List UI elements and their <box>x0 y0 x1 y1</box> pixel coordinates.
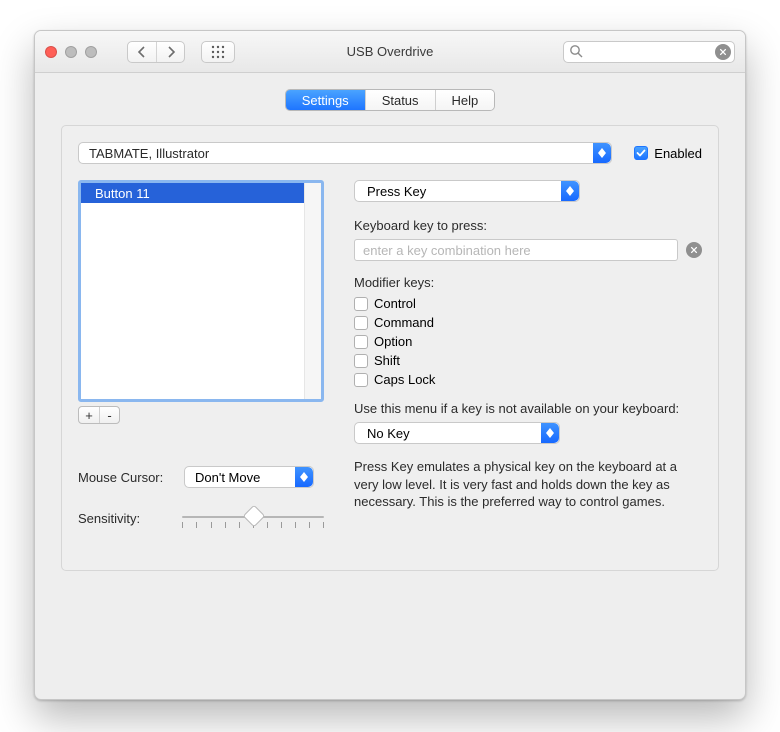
checkbox-icon <box>354 335 368 349</box>
fallback-key-label: Use this menu if a key is not available … <box>354 401 702 416</box>
add-remove-bar: + - <box>78 406 120 424</box>
modifier-control[interactable]: Control <box>354 296 702 311</box>
profile-selected: TABMATE, Illustrator <box>89 146 209 161</box>
minimize-button[interactable] <box>65 46 77 58</box>
chevron-right-icon <box>164 45 178 59</box>
close-button[interactable] <box>45 46 57 58</box>
settings-panel: TABMATE, Illustrator Enabled <box>61 125 719 571</box>
modifier-option[interactable]: Option <box>354 334 702 349</box>
fallback-key-block: Use this menu if a key is not available … <box>354 401 702 444</box>
show-all-button[interactable] <box>201 41 235 63</box>
nav-buttons <box>127 41 185 63</box>
window: USB Overdrive Settings Status Help TABMA… <box>34 30 746 700</box>
keyboard-key-label: Keyboard key to press: <box>354 218 702 233</box>
modifier-option-label: Option <box>374 334 412 349</box>
right-column: Press Key Keyboard key to press: <box>354 180 702 548</box>
back-button[interactable] <box>128 42 156 62</box>
enabled-label: Enabled <box>654 146 702 161</box>
fallback-key-value: No Key <box>367 426 410 441</box>
popup-arrows-icon <box>593 143 611 163</box>
x-icon <box>690 246 698 254</box>
search-clear-button[interactable] <box>715 44 731 60</box>
traffic-lights <box>45 46 97 58</box>
modifier-command[interactable]: Command <box>354 315 702 330</box>
tab-settings[interactable]: Settings <box>286 90 365 110</box>
maximize-button[interactable] <box>85 46 97 58</box>
chevron-left-icon <box>135 45 149 59</box>
checkbox-icon <box>354 316 368 330</box>
search-field-wrap <box>563 41 735 63</box>
action-description: Press Key emulates a physical key on the… <box>354 458 702 511</box>
sensitivity-label: Sensitivity: <box>78 511 172 526</box>
mouse-cursor-value: Don't Move <box>195 470 260 485</box>
add-button[interactable]: + <box>79 407 99 423</box>
checkbox-icon <box>354 354 368 368</box>
enabled-checkbox[interactable]: Enabled <box>634 146 702 161</box>
left-column: Button 11 + - Mouse Cursor: Don't Move <box>78 180 324 548</box>
modifier-shift-label: Shift <box>374 353 400 368</box>
title-bar: USB Overdrive <box>35 31 745 73</box>
tab-help[interactable]: Help <box>435 90 495 110</box>
mouse-cursor-label: Mouse Cursor: <box>78 470 174 485</box>
key-combination-field[interactable] <box>354 239 678 261</box>
keyboard-key-block: Keyboard key to press: <box>354 218 702 261</box>
clear-key-button[interactable] <box>686 242 702 258</box>
checkbox-icon <box>354 297 368 311</box>
segmented-control: Settings Status Help <box>285 89 496 111</box>
modifier-keys-label: Modifier keys: <box>354 275 702 290</box>
modifier-shift[interactable]: Shift <box>354 353 702 368</box>
content-area: Settings Status Help TABMATE, Illustrato… <box>35 73 745 593</box>
remove-button[interactable]: - <box>99 407 119 423</box>
key-input-row <box>354 239 702 261</box>
modifier-keys-block: Modifier keys: Control Command Option <box>354 275 702 387</box>
profile-popup[interactable]: TABMATE, Illustrator <box>78 142 612 164</box>
sensitivity-row: Sensitivity: <box>78 506 324 530</box>
forward-button[interactable] <box>156 42 184 62</box>
sensitivity-slider[interactable] <box>182 506 324 530</box>
left-controls: Mouse Cursor: Don't Move Sensitivity: <box>78 466 324 530</box>
segmented-tabs: Settings Status Help <box>61 89 719 111</box>
profile-row: TABMATE, Illustrator Enabled <box>78 142 702 164</box>
fallback-key-popup[interactable]: No Key <box>354 422 560 444</box>
popup-arrows-icon <box>561 181 579 201</box>
mouse-cursor-popup[interactable]: Don't Move <box>184 466 314 488</box>
mouse-cursor-row: Mouse Cursor: Don't Move <box>78 466 324 488</box>
x-icon <box>719 48 727 56</box>
modifier-capslock-label: Caps Lock <box>374 372 435 387</box>
action-type-value: Press Key <box>367 184 426 199</box>
grid-icon <box>211 45 225 59</box>
list-item[interactable]: Button 11 <box>81 183 321 203</box>
action-type-popup[interactable]: Press Key <box>354 180 580 202</box>
search-icon <box>569 44 583 61</box>
search-input[interactable] <box>563 41 735 63</box>
modifier-command-label: Command <box>374 315 434 330</box>
modifier-control-label: Control <box>374 296 416 311</box>
checkbox-icon <box>354 373 368 387</box>
columns: Button 11 + - Mouse Cursor: Don't Move <box>78 180 702 548</box>
checkbox-icon <box>634 146 648 160</box>
tab-status[interactable]: Status <box>365 90 435 110</box>
button-list[interactable]: Button 11 <box>78 180 324 402</box>
modifier-capslock[interactable]: Caps Lock <box>354 372 702 387</box>
popup-arrows-icon <box>541 423 559 443</box>
popup-arrows-icon <box>295 467 313 487</box>
